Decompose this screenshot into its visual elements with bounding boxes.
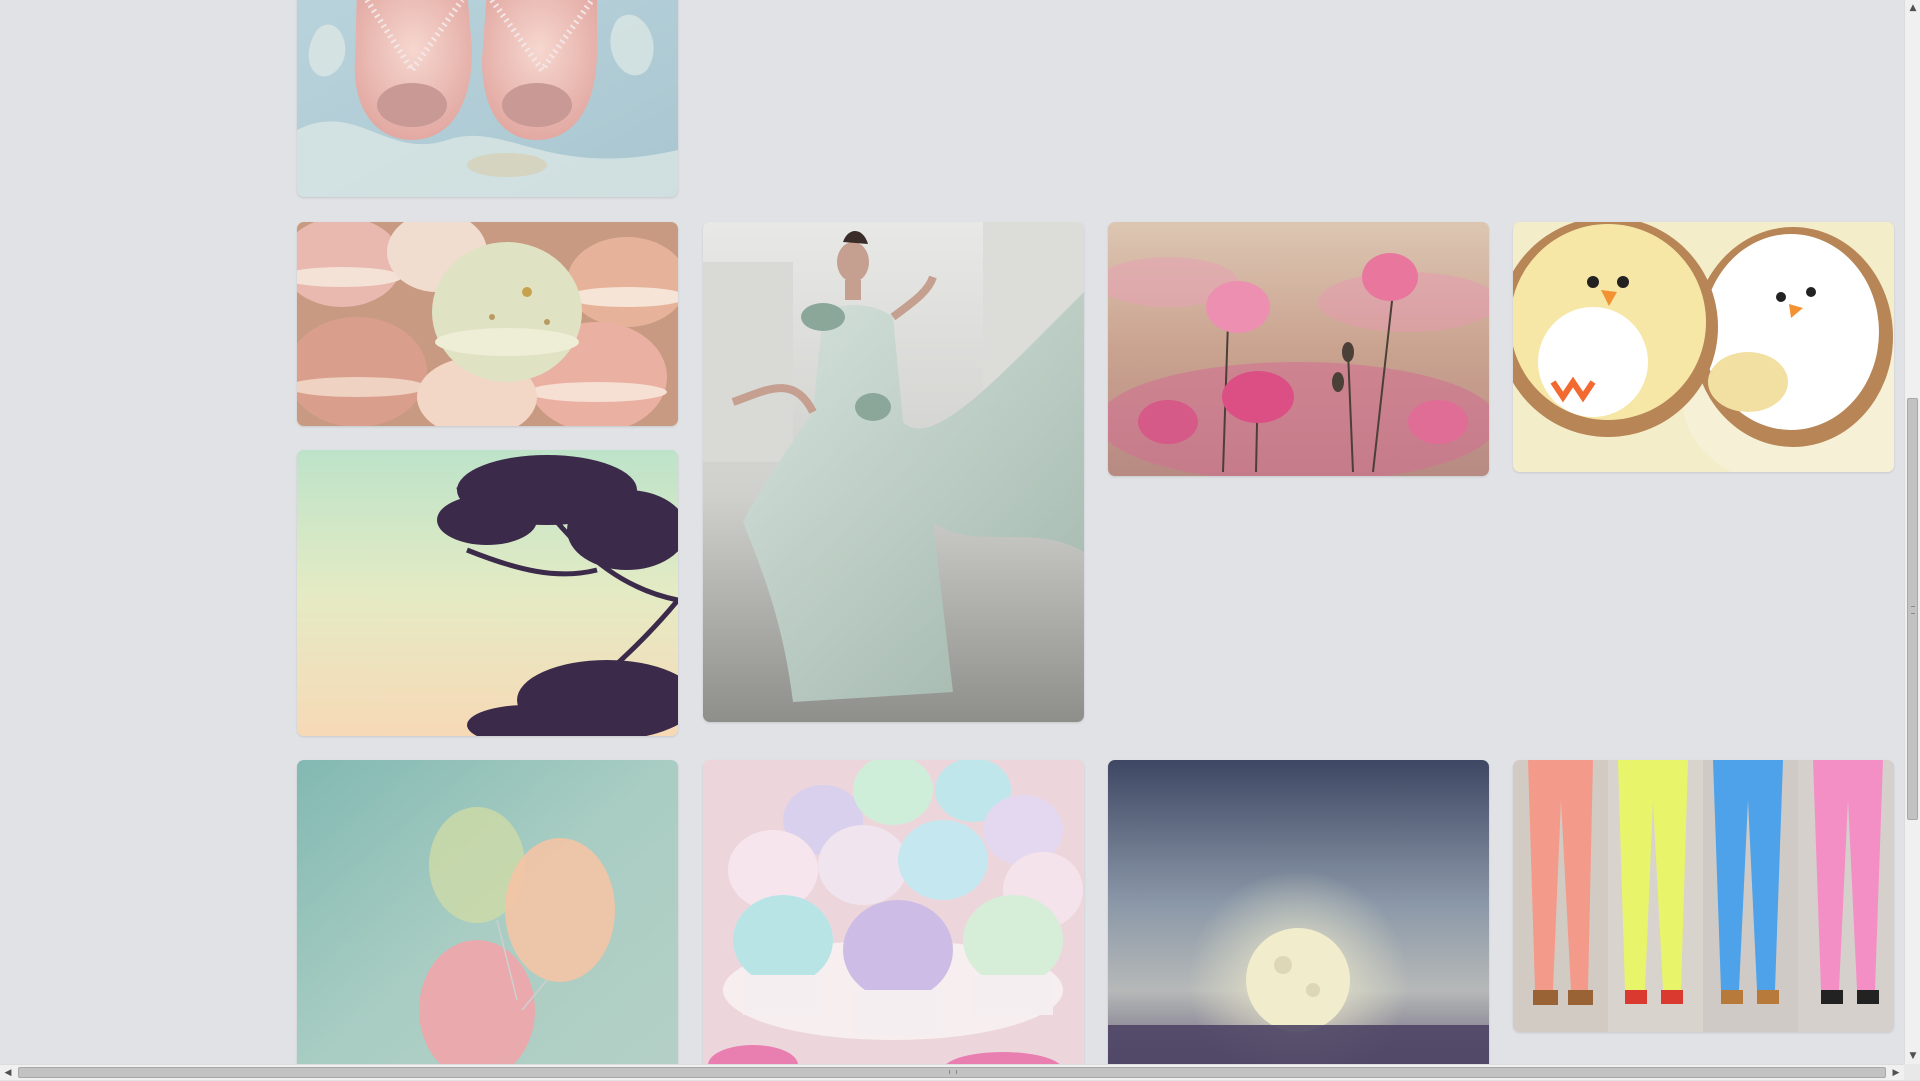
arrow-right-icon[interactable]: ▶ xyxy=(1888,1065,1904,1081)
pin-colored-jeans[interactable] xyxy=(1513,760,1894,1032)
horizontal-scrollbar-thumb[interactable] xyxy=(18,1067,1886,1078)
pin-pink-shoes[interactable] xyxy=(297,0,678,197)
sugar-cupcakes-image xyxy=(703,760,1084,1064)
pin-pastel-balloons[interactable] xyxy=(297,760,678,1064)
tree-silhouette-image xyxy=(297,450,678,736)
arrow-left-icon[interactable]: ◀ xyxy=(0,1065,16,1081)
macarons-image xyxy=(297,222,678,426)
pin-full-moon[interactable] xyxy=(1108,760,1489,1064)
pin-bird-cookies[interactable] xyxy=(1513,222,1894,472)
horizontal-scrollbar[interactable]: ◀ ▶ xyxy=(0,1064,1904,1080)
arrow-down-icon[interactable]: ▼ xyxy=(1905,1048,1920,1064)
pin-flowing-gown[interactable] xyxy=(703,222,1084,722)
vertical-scrollbar[interactable]: ▲ ▼ xyxy=(1904,0,1920,1064)
pin-sugar-cupcakes[interactable] xyxy=(703,760,1084,1064)
flowing-gown-image xyxy=(703,222,1084,722)
pin-macarons[interactable] xyxy=(297,222,678,426)
colored-jeans-image xyxy=(1513,760,1894,1032)
vertical-scrollbar-thumb[interactable] xyxy=(1907,398,1918,820)
pin-grid xyxy=(0,0,1904,1064)
pink-poppies-image xyxy=(1108,222,1489,476)
pastel-balloons-image xyxy=(297,760,678,1064)
bird-cookies-image xyxy=(1513,222,1894,472)
scrollbar-corner xyxy=(1904,1064,1920,1080)
full-moon-image xyxy=(1108,760,1489,1064)
pink-shoes-image xyxy=(297,0,678,197)
pin-tree-silhouette[interactable] xyxy=(297,450,678,736)
pin-pink-poppies[interactable] xyxy=(1108,222,1489,476)
arrow-up-icon[interactable]: ▲ xyxy=(1905,0,1920,16)
